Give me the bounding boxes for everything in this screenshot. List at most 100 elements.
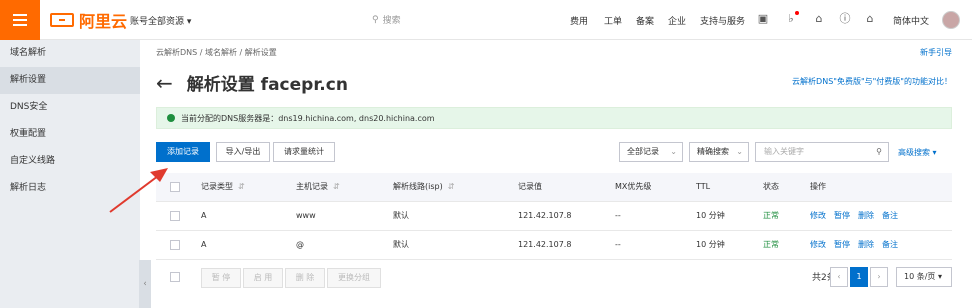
records-table: 记录类型 ⇵ 主机记录 ⇵ 解析线路(isp) ⇵ 记录值 MX优先级 TTL 状态 … bbox=[156, 173, 952, 260]
record-filter-value: 全部记录 bbox=[627, 147, 659, 156]
host-record: www bbox=[296, 211, 316, 220]
home-icon[interactable]: ⌂ bbox=[863, 12, 877, 26]
sort-icon[interactable]: ⇵ bbox=[333, 182, 340, 191]
delete-link[interactable]: 删除 bbox=[858, 211, 874, 220]
next-page-button[interactable]: › bbox=[870, 267, 888, 287]
import-export-button[interactable]: 导入/导出 bbox=[216, 142, 270, 162]
nav-tickets[interactable]: 工单 bbox=[604, 14, 622, 27]
col-status: 状态 bbox=[763, 182, 779, 191]
nav-enterprise[interactable]: 企业 bbox=[668, 14, 686, 27]
global-search[interactable]: ⚲ 搜索 bbox=[372, 13, 401, 27]
record-type: A bbox=[201, 211, 207, 220]
edition-compare-link[interactable]: 云解析DNS"免费版"与"付费版"的功能对比！ bbox=[792, 76, 952, 87]
account-resources-dropdown[interactable]: 账号全部资源 ▾ bbox=[130, 14, 191, 27]
nav-support[interactable]: 支持与服务 bbox=[700, 14, 745, 27]
language-switch[interactable]: 简体中文 bbox=[893, 14, 929, 27]
back-arrow-icon[interactable]: ← bbox=[156, 71, 173, 95]
nav-billing[interactable]: 费用 bbox=[570, 14, 588, 27]
sort-icon[interactable]: ⇵ bbox=[238, 182, 245, 191]
status-badge: 正常 bbox=[763, 211, 779, 220]
edit-link[interactable]: 修改 bbox=[810, 240, 826, 249]
nav-icp[interactable]: 备案 bbox=[636, 14, 654, 27]
col-value: 记录值 bbox=[518, 182, 542, 191]
mx-priority: -- bbox=[615, 211, 621, 220]
row-actions: 修改 暂停 删除 备注 bbox=[810, 231, 906, 259]
mx-priority: -- bbox=[615, 240, 621, 249]
avatar[interactable] bbox=[942, 11, 960, 29]
row-checkbox[interactable] bbox=[170, 240, 180, 250]
record-value: 121.42.107.8 bbox=[518, 211, 572, 220]
page-header: ← 解析设置 facepr.cn bbox=[156, 70, 348, 96]
ttl: 10 分钟 bbox=[696, 240, 725, 249]
notice-text: 当前分配的DNS服务器是：dns19.hichina.com, dns20.hi… bbox=[181, 113, 435, 123]
enable-batch-button[interactable]: 启 用 bbox=[243, 268, 283, 288]
change-group-button[interactable]: 更换分组 bbox=[327, 268, 381, 288]
pause-batch-button[interactable]: 暂 停 bbox=[201, 268, 241, 288]
record-filter-select[interactable]: 全部记录 ⌄ bbox=[619, 142, 683, 162]
select-all-checkbox-footer[interactable] bbox=[170, 272, 180, 282]
dns-server-notice: 当前分配的DNS服务器是：dns19.hichina.com, dns20.hi… bbox=[156, 107, 952, 129]
sidebar-item-domain-resolution[interactable]: 域名解析 bbox=[0, 40, 140, 67]
table-row: A www 默认 121.42.107.8 -- 10 分钟 正常 修改 暂停 删除… bbox=[156, 202, 952, 231]
delete-link[interactable]: 删除 bbox=[858, 240, 874, 249]
page-size-select[interactable]: 10 条/页 ▾ bbox=[896, 267, 952, 287]
chevron-down-icon: ⌄ bbox=[736, 147, 743, 156]
col-line[interactable]: 解析线路(isp) ⇵ bbox=[393, 173, 454, 201]
sidebar-item-custom-lines[interactable]: 自定义线路 bbox=[0, 148, 140, 175]
host-record: @ bbox=[296, 240, 304, 249]
col-actions: 操作 bbox=[810, 182, 826, 191]
remark-link[interactable]: 备注 bbox=[882, 211, 898, 220]
page-1-button[interactable]: 1 bbox=[850, 267, 868, 287]
col-type[interactable]: 记录类型 ⇵ bbox=[201, 173, 245, 201]
keyword-input[interactable]: 输入关键字 ⚲ bbox=[755, 142, 889, 162]
select-all-checkbox[interactable] bbox=[170, 182, 180, 192]
search-mode-select[interactable]: 精确搜索 ⌄ bbox=[689, 142, 749, 162]
pause-link[interactable]: 暂停 bbox=[834, 211, 850, 220]
col-ttl: TTL bbox=[696, 182, 711, 191]
resolution-line: 默认 bbox=[393, 240, 409, 249]
top-bar: 阿里云 账号全部资源 ▾ ⚲ 搜索 费用 工单 备案 企业 支持与服务 ▣ ♭ … bbox=[0, 0, 972, 40]
add-record-button[interactable]: 添加记录 bbox=[156, 142, 210, 162]
col-host[interactable]: 主机记录 ⇵ bbox=[296, 173, 340, 201]
chevron-down-icon: ⌄ bbox=[670, 147, 677, 156]
main-content: 云解析DNS / 域名解析 / 解析设置 新手引导 ← 解析设置 facepr.… bbox=[140, 40, 972, 308]
help-icon[interactable]: ⓘ bbox=[838, 12, 852, 26]
record-type: A bbox=[201, 240, 207, 249]
row-checkbox[interactable] bbox=[170, 211, 180, 221]
edit-link[interactable]: 修改 bbox=[810, 211, 826, 220]
aliyun-logo[interactable]: 阿里云 bbox=[50, 11, 127, 31]
request-stats-button[interactable]: 请求量统计 bbox=[273, 142, 335, 162]
search-icon: ⚲ bbox=[372, 14, 379, 25]
sidebar-item-dns-security[interactable]: DNS安全 bbox=[0, 94, 140, 121]
terminal-icon[interactable]: ▣ bbox=[756, 12, 770, 26]
sidebar: 域名解析 解析设置 DNS安全 权重配置 自定义线路 解析日志 bbox=[0, 40, 140, 308]
notification-dot bbox=[795, 11, 799, 15]
search-mode-value: 精确搜索 bbox=[697, 147, 729, 156]
advanced-search-link[interactable]: 高级搜索 ▾ bbox=[898, 147, 937, 158]
search-icon[interactable]: ⚲ bbox=[876, 143, 882, 161]
menu-icon[interactable] bbox=[0, 0, 40, 40]
table-row: A @ 默认 121.42.107.8 -- 10 分钟 正常 修改 暂停 删除 备注 bbox=[156, 231, 952, 260]
remark-link[interactable]: 备注 bbox=[882, 240, 898, 249]
table-header: 记录类型 ⇵ 主机记录 ⇵ 解析线路(isp) ⇵ 记录值 MX优先级 TTL 状态 … bbox=[156, 173, 952, 202]
sidebar-item-weight-config[interactable]: 权重配置 bbox=[0, 121, 140, 148]
keyword-placeholder: 输入关键字 bbox=[764, 147, 804, 156]
record-value: 121.42.107.8 bbox=[518, 240, 572, 249]
beginner-guide-link[interactable]: 新手引导 bbox=[920, 47, 952, 58]
delete-batch-button[interactable]: 删 除 bbox=[285, 268, 325, 288]
table-footer: 暂 停 启 用 删 除 更换分组 共2条 ‹ 1 › 10 条/页 ▾ bbox=[156, 265, 952, 291]
cart-icon[interactable]: ⌂ bbox=[812, 12, 826, 26]
prev-page-button[interactable]: ‹ bbox=[830, 267, 848, 287]
check-circle-icon bbox=[167, 114, 175, 122]
ttl: 10 分钟 bbox=[696, 211, 725, 220]
breadcrumb[interactable]: 云解析DNS / 域名解析 / 解析设置 bbox=[156, 47, 277, 58]
search-placeholder: 搜索 bbox=[382, 16, 401, 26]
pause-link[interactable]: 暂停 bbox=[834, 240, 850, 249]
status-badge: 正常 bbox=[763, 240, 779, 249]
sort-icon[interactable]: ⇵ bbox=[448, 182, 455, 191]
sidebar-item-resolution-settings[interactable]: 解析设置 bbox=[0, 67, 140, 94]
resolution-line: 默认 bbox=[393, 211, 409, 220]
col-mx: MX优先级 bbox=[615, 182, 652, 191]
page-title: 解析设置 facepr.cn bbox=[186, 75, 348, 95]
sidebar-item-resolution-log[interactable]: 解析日志 bbox=[0, 175, 140, 202]
